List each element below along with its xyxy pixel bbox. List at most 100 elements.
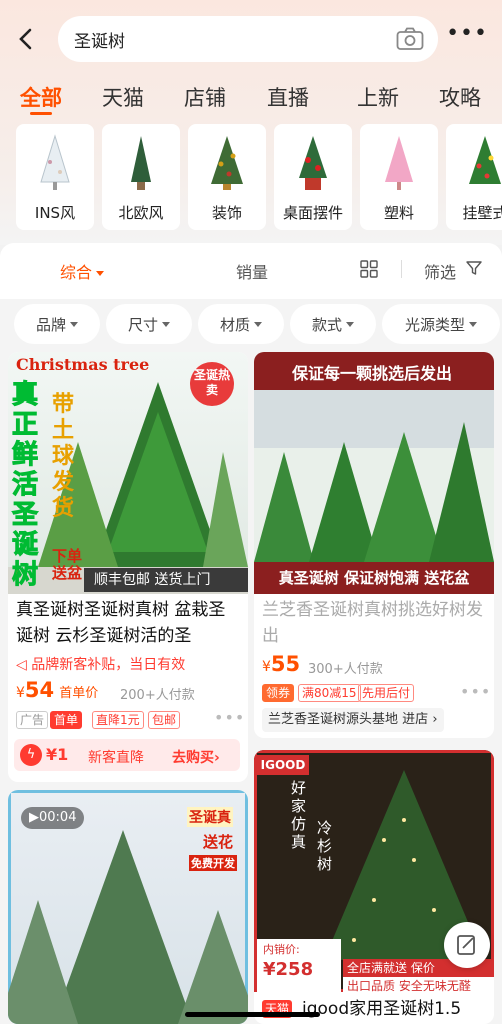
sold-count: 200+人付款 — [120, 688, 195, 703]
price-box-value: ¥258 — [263, 959, 314, 980]
discount-tag: 满80减15 — [298, 684, 361, 702]
play-icon: ▶ — [29, 810, 39, 825]
category-decoration[interactable]: 装饰 — [188, 124, 266, 230]
product-card[interactable]: 保证每一颗挑选后发出 真圣诞树 保证树饱满 送花盆 兰芝香圣诞树真树挑选好树发出… — [254, 352, 494, 738]
more-icon[interactable]: ••• — [446, 23, 488, 45]
chevron-down-icon — [469, 321, 477, 327]
product-image: 保证每一颗挑选后发出 真圣诞树 保证树饱满 送花盆 — [254, 352, 494, 594]
chip-label: 款式 — [311, 315, 342, 334]
image-text-side: 带土球发货 — [52, 392, 75, 521]
image-promo2: 出口品质 安全无味无醛 — [343, 977, 494, 995]
filter-button[interactable]: 筛选 — [424, 259, 456, 283]
image-text-line2: 送花 — [203, 833, 234, 851]
tab-tmall[interactable]: 天猫 — [102, 82, 144, 112]
home-indicator — [185, 1012, 320, 1017]
filter-chip-brand[interactable]: 品牌 — [14, 304, 100, 344]
promo-label: 新客直降 — [88, 750, 144, 766]
tab-all[interactable]: 全部 — [20, 82, 62, 112]
image-badge: 圣诞热卖 — [190, 362, 234, 406]
product-image: Christmas tree 圣诞热卖 真正鲜活圣诞树 带土球发货 下单送盆 顺… — [8, 352, 248, 594]
price-box-label: 内销价: — [263, 943, 300, 956]
product-title: 兰芝香圣诞树真树挑选好树发出 — [262, 600, 483, 646]
tree-icon — [469, 136, 501, 184]
chevron-down-icon — [346, 321, 354, 327]
tree-icon — [385, 136, 413, 190]
category-label: 塑料 — [383, 204, 414, 222]
grid-view-icon[interactable] — [360, 260, 378, 278]
price-prefix: ¥ — [262, 659, 271, 675]
category-plastic[interactable]: 塑料 — [360, 124, 438, 230]
product-card[interactable]: IGOOD 好家仿真 冷杉树 内销价: ¥258 全店满就送 保价 出口品质 安… — [254, 750, 494, 1024]
price-drop-tag: 直降1元 — [92, 711, 144, 729]
edit-float-button[interactable] — [444, 922, 490, 968]
filter-icon[interactable] — [466, 260, 482, 276]
promo-banner[interactable]: ϟ ¥1 新客直降 去购买› — [14, 739, 240, 771]
category-wall[interactable]: 挂壁式 — [446, 124, 502, 230]
chip-label: 品牌 — [35, 315, 66, 334]
tab-new[interactable]: 上新 — [357, 82, 399, 112]
sort-comprehensive[interactable]: 综合 — [60, 259, 105, 283]
product-card[interactable]: Christmas tree 圣诞热卖 真正鲜活圣诞树 带土球发货 下单送盆 顺… — [8, 352, 248, 782]
more-icon[interactable]: ••• — [214, 708, 245, 727]
camera-icon[interactable] — [396, 27, 424, 51]
image-text-vertical2: 冷杉树 — [317, 819, 333, 873]
image-text-vertical1: 好家仿真 — [291, 779, 307, 851]
edit-icon — [457, 935, 475, 955]
first-order-tag: 首单 — [50, 711, 83, 729]
image-text-top: Christmas tree — [16, 355, 150, 374]
price-box: 内销价: ¥258 — [257, 939, 341, 995]
category-ins[interactable]: INS风 — [16, 124, 94, 230]
category-tabletop[interactable]: 桌面摆件 — [274, 124, 352, 230]
tab-bar: 全部 天猫 店铺 直播 上新 攻略 — [0, 80, 502, 116]
chevron-down-icon — [96, 271, 105, 276]
chevron-down-icon — [254, 321, 262, 327]
chevron-down-icon — [70, 321, 78, 327]
lightning-icon: ϟ — [20, 744, 42, 766]
tab-live[interactable]: 直播 — [267, 82, 309, 112]
product-title: 真圣诞树圣诞树真树 盆栽圣诞树 云杉圣诞树活的圣 — [16, 600, 226, 646]
buy-now-link[interactable]: 去购买› — [172, 747, 220, 767]
filter-chip-light[interactable]: 光源类型 — [382, 304, 500, 344]
filter-chip-size[interactable]: 尺寸 — [106, 304, 192, 344]
price-label: 首单价 — [59, 686, 99, 701]
filter-chip-material[interactable]: 材质 — [198, 304, 284, 344]
more-icon[interactable]: ••• — [460, 682, 491, 701]
category-label: 桌面摆件 — [282, 204, 343, 222]
product-card[interactable]: ▶00:04 圣诞真 送花 免费开发 — [8, 790, 248, 1024]
pay-later-tag: 先用后付 — [358, 684, 415, 702]
tree-icon — [131, 136, 151, 190]
chip-label: 尺寸 — [127, 315, 158, 334]
category-nordic[interactable]: 北欧风 — [102, 124, 180, 230]
chip-label: 材质 — [219, 315, 250, 334]
ad-tag: 广告 — [16, 711, 49, 729]
category-row: INS风 北欧风 装饰 桌面摆件 塑料 挂壁式 — [16, 124, 502, 230]
shop-link[interactable]: 兰芝香圣诞树源头基地 进店 › — [262, 708, 444, 732]
chevron-right-icon: › — [432, 712, 438, 727]
search-query: 圣诞树 — [74, 31, 125, 52]
price-value: 55 — [270, 652, 301, 676]
free-shipping-tag: 包邮 — [148, 711, 181, 729]
tab-guide[interactable]: 攻略 — [439, 82, 481, 112]
shop-name: 兰芝香圣诞树源头基地 — [268, 712, 399, 727]
tab-underline — [30, 112, 52, 115]
brand-logo: IGOOD — [257, 755, 309, 775]
tree-icon — [40, 134, 70, 190]
sort-label: 综合 — [60, 263, 93, 282]
category-label: 挂壁式 — [462, 204, 502, 222]
sort-sales[interactable]: 销量 — [236, 259, 268, 283]
filter-chip-style[interactable]: 款式 — [290, 304, 376, 344]
megaphone-icon: ◁ — [16, 657, 27, 673]
tab-shops[interactable]: 店铺 — [184, 82, 226, 112]
video-duration: ▶00:04 — [21, 807, 85, 829]
search-input[interactable]: 圣诞树 — [58, 16, 438, 62]
image-text-order: 下单送盆 — [52, 547, 83, 582]
image-text-bottom: 真圣诞树 保证树饱满 送花盆 — [254, 562, 494, 594]
video-time: 00:04 — [39, 810, 77, 825]
tree-icon — [211, 136, 243, 190]
product-title: igood家用圣诞树1.5 — [302, 999, 462, 1019]
divider — [401, 260, 402, 278]
promo-amount: ¥1 — [46, 745, 69, 764]
sold-count: 300+人付款 — [308, 662, 383, 677]
image-text-line1: 圣诞真 — [187, 807, 233, 827]
back-icon[interactable] — [14, 24, 42, 56]
